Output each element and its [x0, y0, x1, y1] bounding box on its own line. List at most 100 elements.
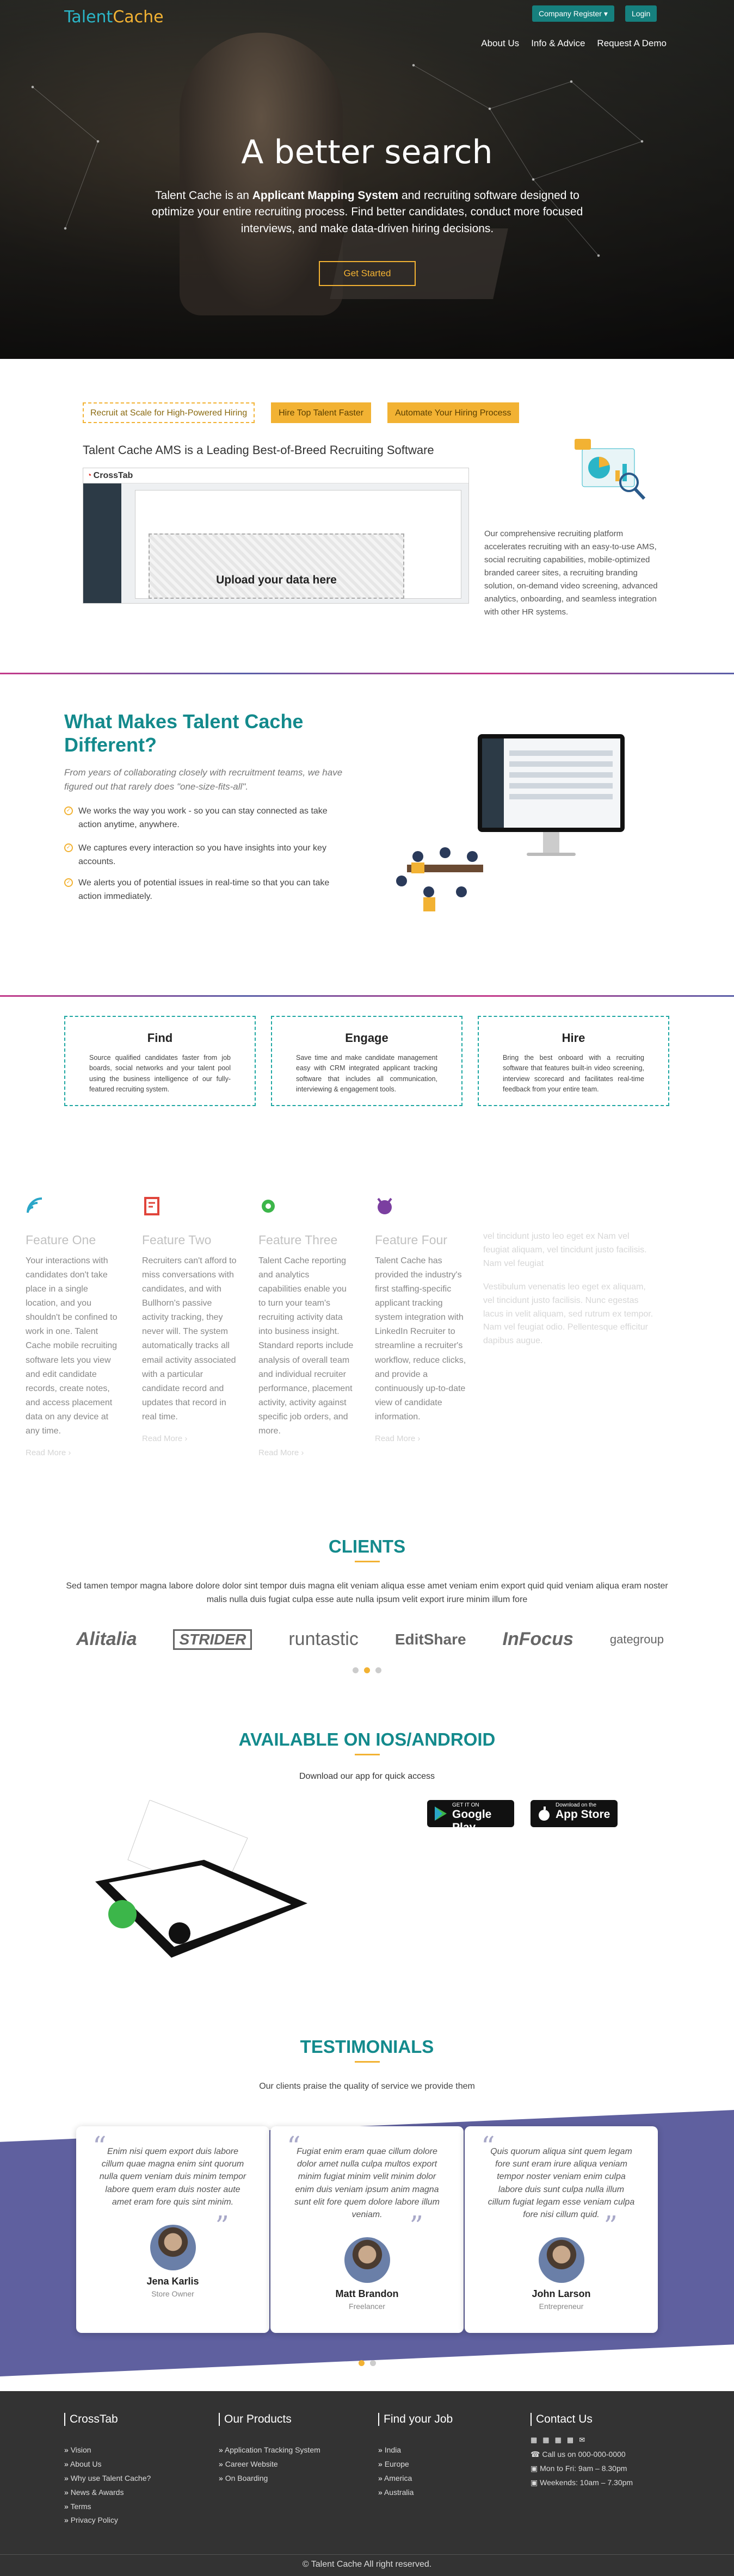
app-store-button[interactable]: Download on the App Store	[531, 1800, 618, 1827]
feature-three: Feature Three Talent Cache reporting and…	[258, 1196, 354, 1457]
read-more-link[interactable]: Read More ›	[375, 1434, 471, 1443]
social-icons: ▦ ▦ ▦ ▦ ✉	[531, 2436, 672, 2444]
footer-link[interactable]: Application Tracking System	[219, 2443, 360, 2457]
document-icon	[144, 1197, 159, 1215]
wifi-icon	[27, 1197, 42, 1213]
testimonials-carousel-dots	[0, 2360, 734, 2366]
card-hire: Hire Bring the best onboard with a recrui…	[478, 1016, 669, 1106]
carousel-dot[interactable]	[353, 1667, 359, 1673]
card-find: Find Source qualified candidates faster f…	[64, 1016, 256, 1106]
footer-link[interactable]: Terms	[64, 2500, 206, 2514]
client-logo: gategroup	[609, 1632, 664, 1646]
gear-icon	[262, 1200, 275, 1213]
footer-col-products: Our Products Application Tracking System…	[219, 2413, 360, 2486]
testimonial-card: “ Fugiat enim eram quae cillum dolore do…	[270, 2126, 464, 2333]
client-logo: runtastic	[288, 1629, 359, 1649]
read-more-link[interactable]: Read More ›	[142, 1434, 238, 1443]
footer-link[interactable]: News & Awards	[64, 2486, 206, 2500]
quote-open-icon: “	[92, 2131, 107, 2162]
twitter-icon[interactable]: ▦	[542, 2436, 549, 2444]
check-item: ✓ We alerts you of potential issues in re…	[64, 877, 347, 904]
feature-pills: Recruit at Scale for High-Powered Hiring…	[83, 402, 519, 423]
hero-title: A better search	[241, 133, 493, 171]
phone-icon: ☎	[531, 2450, 542, 2459]
footer-link[interactable]: Why use Talent Cache?	[64, 2472, 206, 2486]
team-dashboard-illustration	[396, 734, 625, 911]
carousel-dot[interactable]	[369, 2360, 376, 2366]
login-button[interactable]: Login	[625, 5, 657, 22]
clients-title: CLIENTS	[328, 1536, 406, 1556]
nav-about-us[interactable]: About Us	[481, 38, 519, 49]
footer-col-contact: Contact Us ▦ ▦ ▦ ▦ ✉ ☎ Call us on 000-000-00…	[531, 2413, 672, 2490]
client-logo: Alitalia	[76, 1629, 137, 1649]
email-icon[interactable]: ✉	[579, 2436, 585, 2444]
footer-link[interactable]: About Us	[64, 2457, 206, 2472]
section-divider	[0, 995, 734, 997]
upload-dropzone: Upload your data here	[149, 533, 404, 599]
footer-col-jobs: Find your Job India Europe America Austr…	[378, 2413, 520, 2500]
quote-open-icon: “	[481, 2131, 495, 2162]
nav-request-demo[interactable]: Request A Demo	[597, 38, 667, 49]
linkedin-icon[interactable]: ▦	[555, 2436, 562, 2444]
page: TalentCache Company Register ▾ Login Abo…	[0, 0, 734, 2576]
client-logo: InFocus	[502, 1629, 573, 1649]
hero-section: TalentCache Company Register ▾ Login Abo…	[0, 0, 734, 359]
footer-link[interactable]: Europe	[378, 2457, 520, 2472]
pill-automate-hiring[interactable]: Automate Your Hiring Process	[387, 402, 519, 423]
feature-two: Feature Two Recruiters can't afford to m…	[142, 1196, 238, 1443]
crosstab-logo-icon: ◔	[87, 470, 92, 480]
footer-link[interactable]: Australia	[378, 2486, 520, 2500]
facebook-icon[interactable]: ▦	[531, 2436, 537, 2444]
faded-text: Vestibulum venenatis leo eget ex aliquam…	[483, 1282, 653, 1346]
pill-recruit-at-scale[interactable]: Recruit at Scale for High-Powered Hiring	[83, 402, 255, 423]
quote-close-icon: ”	[409, 2210, 423, 2242]
ams-title: Talent Cache AMS is a Leading Best-of-Br…	[83, 443, 434, 457]
site-logo[interactable]: TalentCache	[64, 8, 164, 27]
faded-text: vel tincidunt justo leo eget ex Nam vel …	[483, 1232, 647, 1268]
copyright: © Talent Cache All right reserved.	[302, 2560, 432, 2569]
section-divider	[0, 673, 734, 674]
app-text: Download our app for quick access	[299, 1772, 435, 1781]
read-more-link[interactable]: Read More ›	[26, 1448, 121, 1457]
hero-subtitle: Talent Cache is an Applicant Mapping Sys…	[151, 189, 583, 235]
clients-carousel-dots	[0, 1667, 734, 1673]
quote-open-icon: “	[287, 2131, 301, 2162]
google-plus-icon[interactable]: ▦	[567, 2436, 573, 2444]
carousel-dot[interactable]	[358, 2360, 365, 2366]
footer-link[interactable]: Career Website	[219, 2457, 360, 2472]
nav-info-advice[interactable]: Info & Advice	[531, 38, 585, 49]
main-nav: About Us Info & Advice Request A Demo	[481, 38, 667, 49]
app-title: AVAILABLE ON IOS/ANDROID	[238, 1729, 496, 1749]
pill-hire-top-talent[interactable]: Hire Top Talent Faster	[271, 402, 372, 423]
google-play-icon	[435, 1807, 447, 1821]
quote-close-icon: ”	[603, 2210, 618, 2242]
avatar	[538, 2237, 584, 2283]
client-logo: STRIDER	[173, 1629, 252, 1650]
carousel-dot[interactable]	[375, 1667, 381, 1673]
clock-icon: ▣	[531, 2463, 540, 2473]
testimonial-card: “ Enim nisi quem export duis labore cill…	[76, 2126, 269, 2333]
check-item: ✓ We works the way you work - so you can …	[64, 805, 347, 832]
google-play-button[interactable]: GET IT ON Google Play	[427, 1800, 514, 1834]
read-more-link[interactable]: Read More ›	[258, 1448, 354, 1457]
feature-four: Feature Four Talent Cache has provided t…	[375, 1196, 471, 1443]
footer-col-crosstab: CrossTab Vision About Us Why use Talent …	[64, 2413, 206, 2528]
client-logo: EditShare	[394, 1630, 466, 1648]
testimonial-card: “ Quis quorum aliqua sint quem legam for…	[465, 2126, 658, 2333]
clients-text: Sed tamen tempor magna labore dolore dol…	[66, 1581, 668, 1604]
quote-close-icon: ”	[215, 2210, 229, 2242]
footer-link[interactable]: America	[378, 2472, 520, 2486]
client-logos: Alitalia STRIDER runtastic EditShare InF…	[76, 1629, 664, 1650]
carousel-dot[interactable]	[364, 1667, 370, 1673]
avatar	[344, 2237, 390, 2283]
testimonials-text: Our clients praise the quality of servic…	[259, 2082, 475, 2091]
footer-link[interactable]: On Boarding	[219, 2472, 360, 2486]
different-title: What Makes Talent Cache Different?	[64, 710, 304, 756]
footer-link[interactable]: Vision	[64, 2443, 206, 2457]
footer-link[interactable]: India	[378, 2443, 520, 2457]
app-screenshot: ◔ CrossTab Upload your data here	[83, 468, 469, 604]
company-register-dropdown[interactable]: Company Register ▾	[532, 5, 614, 22]
check-item: ✓ We captures every interaction so you ha…	[64, 842, 347, 869]
footer-link[interactable]: Privacy Policy	[64, 2513, 206, 2528]
get-started-button[interactable]: Get Started	[319, 261, 416, 286]
